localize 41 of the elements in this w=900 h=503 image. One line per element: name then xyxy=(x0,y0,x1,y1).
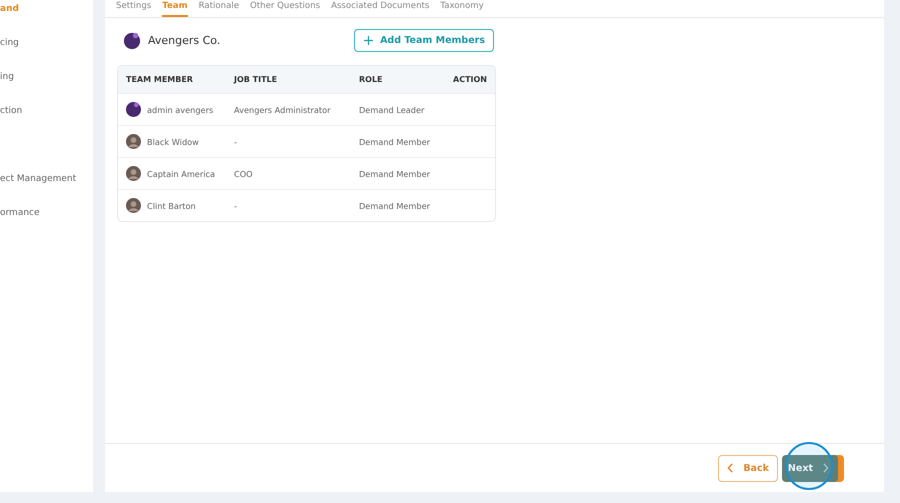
tab[interactable]: Settings xyxy=(116,1,152,17)
job-title-cell-text: - xyxy=(234,200,238,210)
avatar-icon xyxy=(126,198,141,213)
sidebar-item[interactable]: and xyxy=(0,3,93,37)
sidebar-item[interactable]: ction xyxy=(0,105,93,139)
job-title-cell-text: - xyxy=(234,136,238,146)
column-header: ROLE xyxy=(359,75,384,84)
column-header: ACTION xyxy=(453,75,488,84)
tab[interactable]: Other Questions xyxy=(250,1,320,17)
role-cell-text: Demand Member xyxy=(359,200,432,210)
tab[interactable]: Associated Documents xyxy=(331,1,430,17)
plus-icon xyxy=(364,36,374,45)
next-button[interactable]: Next xyxy=(782,454,838,482)
member-name: admin avengers xyxy=(147,104,214,114)
sidebar-item[interactable]: ect Management xyxy=(0,173,93,207)
logo-avatar-icon xyxy=(126,102,141,117)
column-header: JOB TITLE xyxy=(234,75,278,84)
team-name: Avengers Co. xyxy=(148,34,220,47)
team-logo-icon xyxy=(123,32,141,50)
sidebar-item[interactable]: ormance xyxy=(0,207,93,241)
member-name: Black Widow xyxy=(147,136,199,146)
job-title-cell-text: Avengers Administrator xyxy=(234,104,332,114)
sidebar-item[interactable]: cing xyxy=(0,37,93,71)
avatar-icon xyxy=(126,166,141,181)
click-indicator xyxy=(785,442,833,490)
avatar-icon xyxy=(126,134,141,149)
chevron-left-icon xyxy=(727,463,734,473)
column-header: TEAM MEMBER xyxy=(125,75,194,84)
sidebar-item[interactable]: ing xyxy=(0,71,93,105)
job-title-cell-text: COO xyxy=(234,168,254,178)
tab[interactable]: Rationale xyxy=(198,1,240,17)
role-cell-text: Demand Member xyxy=(359,168,432,178)
role-cell-text: Demand Member xyxy=(359,136,432,146)
chevron-right-icon xyxy=(822,463,829,473)
add-team-members-button[interactable]: Add Team Members xyxy=(354,29,494,52)
tab[interactable]: Taxonomy xyxy=(440,1,484,17)
back-button[interactable]: Back xyxy=(718,454,778,482)
role-cell-text: Demand Leader xyxy=(359,104,426,114)
member-name: Captain America xyxy=(147,168,215,178)
member-name: Clint Barton xyxy=(147,200,196,210)
tab[interactable]: Team xyxy=(162,1,188,17)
